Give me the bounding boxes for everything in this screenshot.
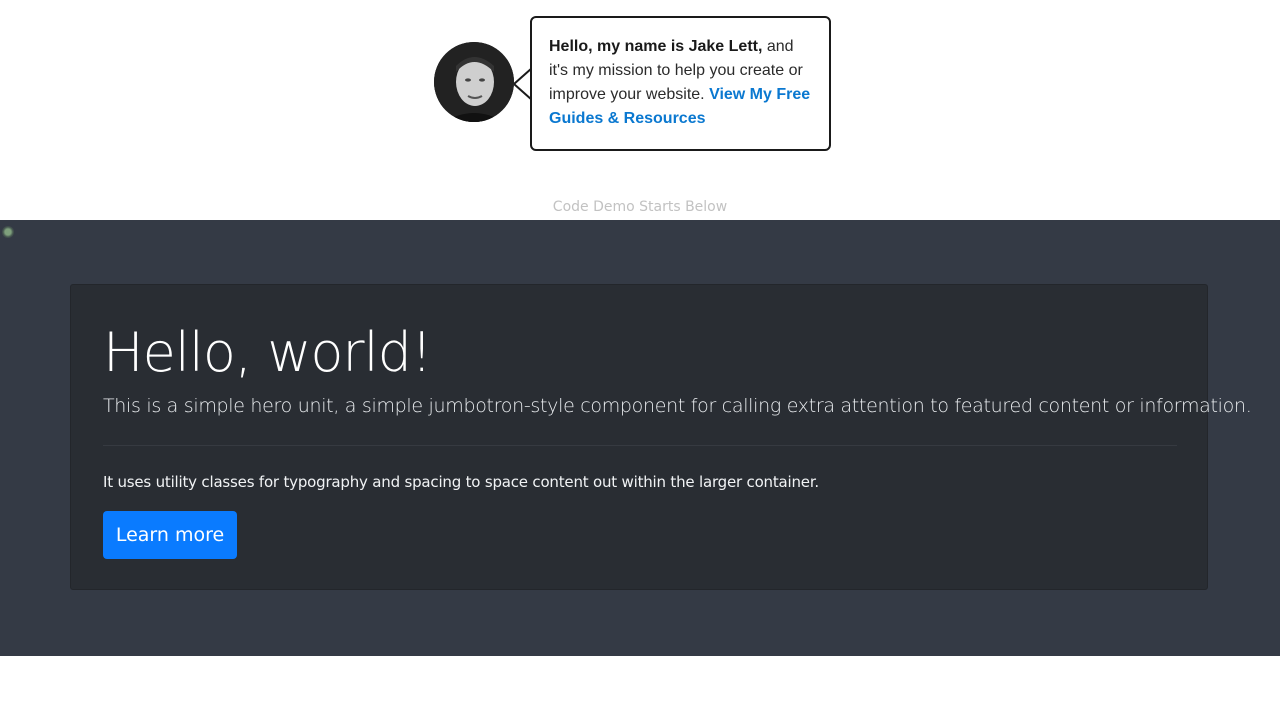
jumbotron-text: It uses utility classes for typography a… bbox=[103, 473, 819, 491]
author-header: Hello, my name is Jake Lett, and it's my… bbox=[0, 0, 1280, 220]
jumbotron-divider bbox=[103, 445, 1177, 446]
author-intro-bold: Hello, my name is Jake Lett, bbox=[549, 38, 763, 55]
author-avatar bbox=[434, 42, 514, 122]
page-footer-space bbox=[0, 656, 1280, 720]
avatar-portrait-icon bbox=[434, 42, 514, 122]
learn-more-button[interactable]: Learn more bbox=[103, 511, 237, 559]
corner-status-dot bbox=[2, 226, 14, 238]
jumbotron-title: Hello, world! bbox=[103, 321, 433, 384]
demo-start-note: Code Demo Starts Below bbox=[552, 199, 728, 215]
author-speech-bubble: Hello, my name is Jake Lett, and it's my… bbox=[530, 16, 831, 151]
demo-section: Hello, world! This is a simple hero unit… bbox=[0, 220, 1280, 656]
jumbotron: Hello, world! This is a simple hero unit… bbox=[70, 284, 1252, 590]
jumbotron-lead: This is a simple hero unit, a simple jum… bbox=[103, 395, 1252, 417]
